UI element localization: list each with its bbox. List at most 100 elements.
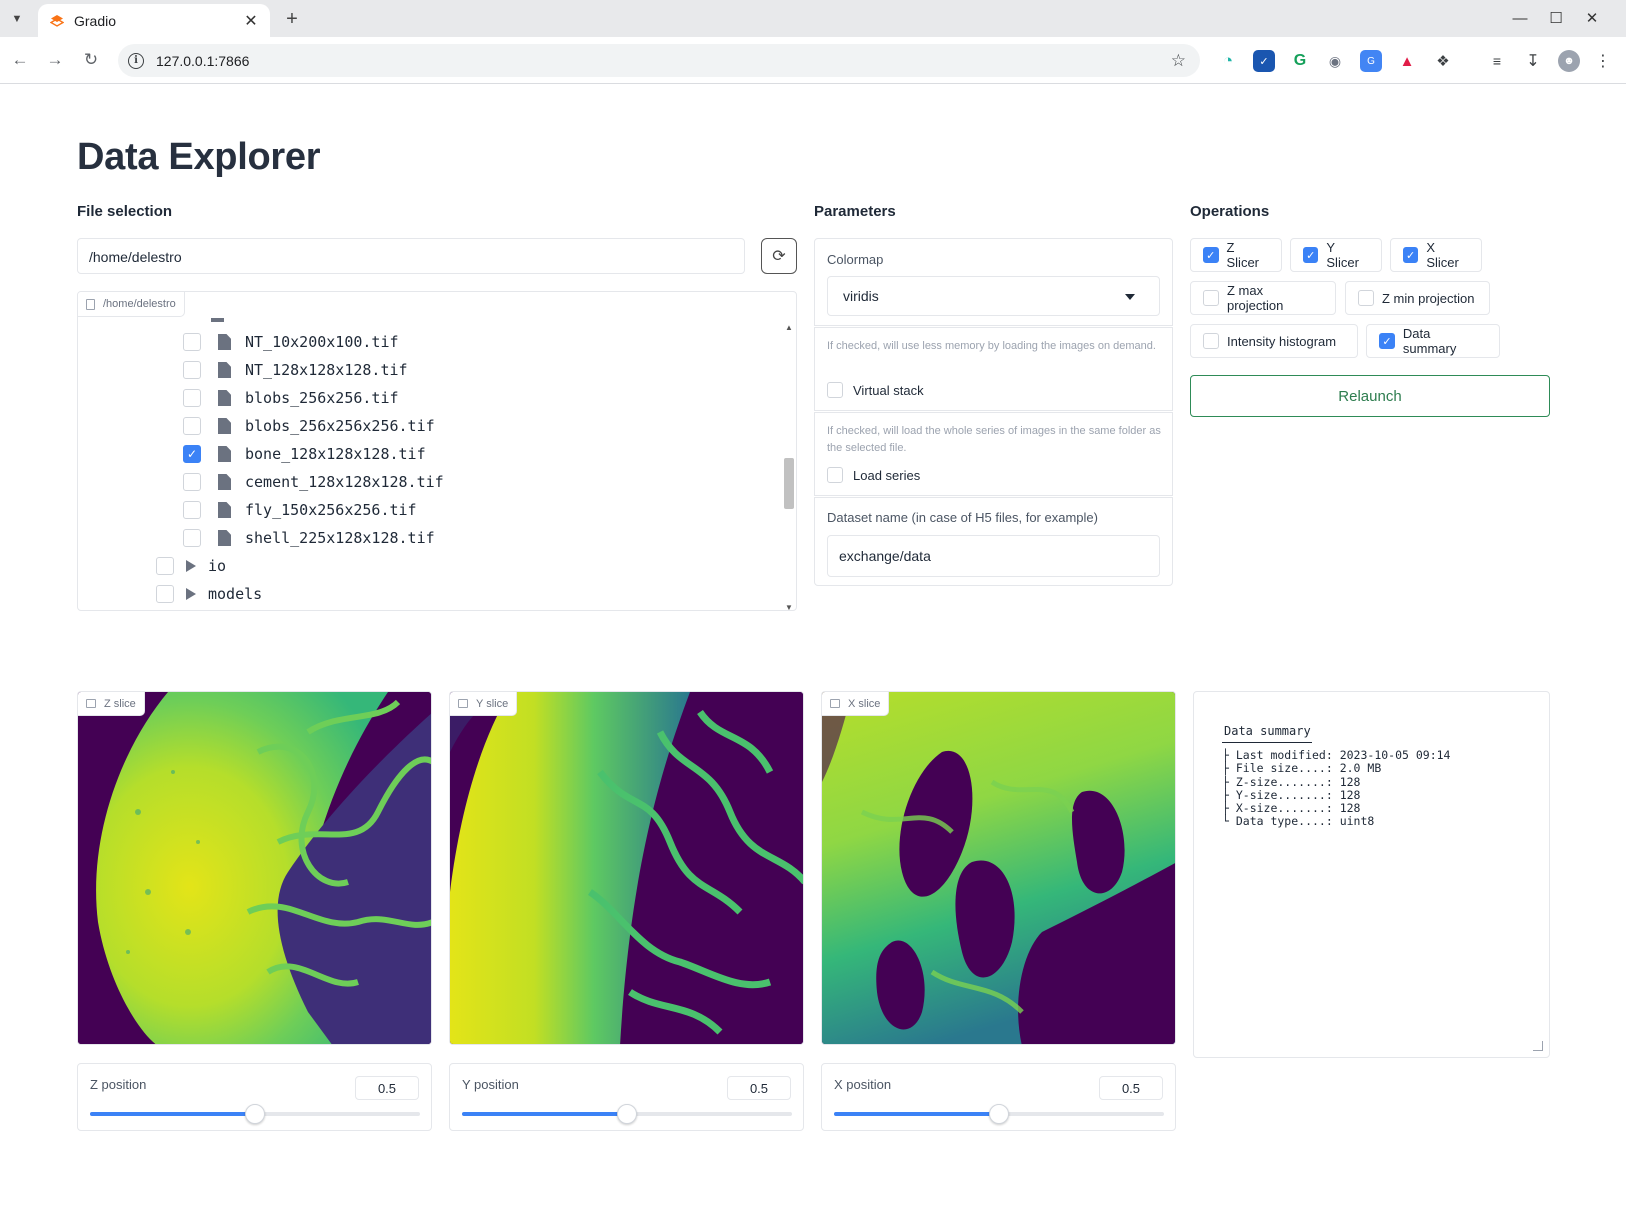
z-max-projection-checkbox[interactable] (1203, 290, 1219, 306)
data-summary-panel[interactable]: Data summary ├ Last modified: 2023-10-05… (1193, 691, 1550, 1058)
url-text[interactable]: 127.0.0.1:7866 (156, 53, 1171, 69)
extension-teal-circle-icon[interactable]: ◔ (1217, 50, 1239, 72)
file-checkbox[interactable]: ✓ (183, 445, 201, 463)
colormap-dropdown[interactable]: viridis (827, 276, 1160, 316)
virtual-stack-label: Virtual stack (853, 382, 924, 398)
file-name: cement_128x128x128.tif (245, 473, 444, 491)
data-summary-option[interactable]: ✓ Data summary (1366, 324, 1500, 358)
media-controls-icon[interactable]: ≡ (1486, 50, 1508, 72)
close-tab-icon[interactable]: ✕ (240, 10, 262, 32)
x-position-slider[interactable] (834, 1104, 1164, 1124)
y-position-slider[interactable] (462, 1104, 792, 1124)
folder-row[interactable]: io (156, 552, 226, 580)
scroll-thumb[interactable] (784, 458, 794, 509)
resize-grip-icon[interactable] (1533, 1041, 1543, 1051)
site-info-icon[interactable]: i (128, 52, 144, 69)
close-window-icon[interactable]: ✕ (1578, 6, 1606, 30)
file-checkbox[interactable] (183, 389, 201, 407)
summary-line: ├ File size....: 2.0 MB (1222, 761, 1382, 776)
file-checkbox[interactable] (183, 473, 201, 491)
slider-thumb[interactable] (989, 1104, 1009, 1124)
y-slicer-option[interactable]: ✓ Y Slicer (1290, 238, 1382, 272)
extension-blue-badge-icon[interactable]: ✓ (1253, 50, 1275, 72)
z-slicer-option[interactable]: ✓ Z Slicer (1190, 238, 1282, 272)
slider-thumb[interactable] (245, 1104, 265, 1124)
file-row[interactable]: blobs_256x256x256.tif (183, 412, 435, 440)
x-slicer-option[interactable]: ✓ X Slicer (1390, 238, 1482, 272)
summary-line: ├ Y-size.......: 128 (1222, 787, 1361, 802)
dataset-name-input[interactable]: exchange/data (827, 535, 1160, 577)
data-summary-lines: ├ Last modified: 2023-10-05 09:14 ├ File … (1222, 748, 1450, 829)
minimize-window-icon[interactable]: — (1506, 6, 1534, 30)
intensity-histogram-option[interactable]: Intensity histogram (1190, 324, 1358, 358)
new-tab-icon[interactable]: + (280, 7, 304, 31)
data-summary-checkbox[interactable]: ✓ (1379, 333, 1395, 349)
refresh-icon: ⟳ (772, 248, 786, 265)
relaunch-button[interactable]: Relaunch (1190, 375, 1550, 417)
x-slicer-label: X Slicer (1426, 240, 1459, 270)
expand-triangle-icon[interactable] (186, 588, 196, 600)
megaphone-icon[interactable]: ▲ (1396, 50, 1418, 72)
file-row[interactable]: NT_128x128x128.tif (183, 356, 408, 384)
file-checkbox[interactable] (183, 529, 201, 547)
file-row[interactable]: blobs_256x256.tif (183, 384, 399, 412)
grammarly-icon[interactable]: G (1289, 50, 1311, 72)
tab-search-chevron-icon[interactable]: ▼ (6, 8, 28, 30)
file-checkbox[interactable] (183, 361, 201, 379)
y-slice-image: Y slice (449, 691, 804, 1045)
reload-icon[interactable]: ↻ (78, 47, 104, 73)
scroll-down-icon[interactable]: ▼ (784, 602, 794, 611)
parameters-label: Parameters (814, 203, 896, 220)
load-series-checkbox-row[interactable]: Load series (827, 467, 920, 483)
virtual-stack-checkbox-row[interactable]: Virtual stack (827, 382, 924, 398)
z-slicer-checkbox[interactable]: ✓ (1203, 247, 1219, 263)
expand-triangle-icon[interactable] (186, 560, 196, 572)
load-series-info: If checked, will load the whole series o… (827, 425, 1161, 454)
file-name: blobs_256x256.tif (245, 389, 399, 407)
scroll-up-icon[interactable]: ▲ (784, 322, 794, 332)
file-row[interactable]: cement_128x128x128.tif (183, 468, 444, 496)
downloads-icon[interactable]: ↧ (1522, 50, 1544, 72)
y-slicer-checkbox[interactable]: ✓ (1303, 247, 1319, 263)
maximize-window-icon[interactable]: ☐ (1542, 6, 1570, 30)
colormap-block: Colormap viridis (814, 238, 1173, 326)
file-row[interactable]: ✓ bone_128x128x128.tif (183, 440, 426, 468)
file-row[interactable]: fly_150x256x256.tif (183, 496, 417, 524)
browser-menu-icon[interactable]: ⋮ (1592, 50, 1614, 72)
z-min-projection-option[interactable]: Z min projection (1345, 281, 1490, 315)
load-series-checkbox[interactable] (827, 467, 843, 483)
x-position-number-input[interactable]: 0.5 (1099, 1076, 1163, 1100)
x-slicer-checkbox[interactable]: ✓ (1403, 247, 1419, 263)
refresh-button[interactable]: ⟳ (761, 238, 797, 274)
back-arrow-icon[interactable]: ← (7, 47, 33, 73)
folder-row[interactable]: models (156, 580, 262, 608)
slider-thumb[interactable] (617, 1104, 637, 1124)
file-checkbox[interactable] (183, 333, 201, 351)
folder-checkbox[interactable] (156, 557, 174, 575)
browser-tab[interactable]: Gradio ✕ (38, 4, 270, 37)
virtual-stack-checkbox[interactable] (827, 382, 843, 398)
bookmark-star-icon[interactable]: ☆ (1171, 51, 1186, 71)
file-icon (218, 390, 231, 406)
extensions-puzzle-icon[interactable]: ❖ (1432, 50, 1454, 72)
directory-path-input[interactable]: /home/delestro (77, 238, 745, 274)
intensity-histogram-checkbox[interactable] (1203, 333, 1219, 349)
image-icon (458, 699, 468, 708)
z-position-slider[interactable] (90, 1104, 420, 1124)
forward-arrow-icon[interactable]: → (42, 47, 68, 73)
address-bar[interactable]: i 127.0.0.1:7866 ☆ (118, 44, 1200, 77)
file-explorer[interactable]: /home/delestro NT_10x200x100.tif NT_128x1… (77, 291, 797, 611)
z-max-projection-option[interactable]: Z max projection (1190, 281, 1336, 315)
file-row[interactable]: NT_10x200x100.tif (183, 328, 399, 356)
file-row[interactable]: shell_225x128x128.tif (183, 524, 435, 552)
y-position-number-input[interactable]: 0.5 (727, 1076, 791, 1100)
translate-icon[interactable]: G (1360, 50, 1382, 72)
file-explorer-scrollbar[interactable]: ▲ ▼ (784, 322, 794, 611)
camera-icon[interactable]: ◉ (1324, 50, 1346, 72)
folder-checkbox[interactable] (156, 585, 174, 603)
profile-avatar-icon[interactable]: ☻ (1558, 50, 1580, 72)
file-checkbox[interactable] (183, 417, 201, 435)
file-checkbox[interactable] (183, 501, 201, 519)
z-min-projection-checkbox[interactable] (1358, 290, 1374, 306)
z-position-number-input[interactable]: 0.5 (355, 1076, 419, 1100)
